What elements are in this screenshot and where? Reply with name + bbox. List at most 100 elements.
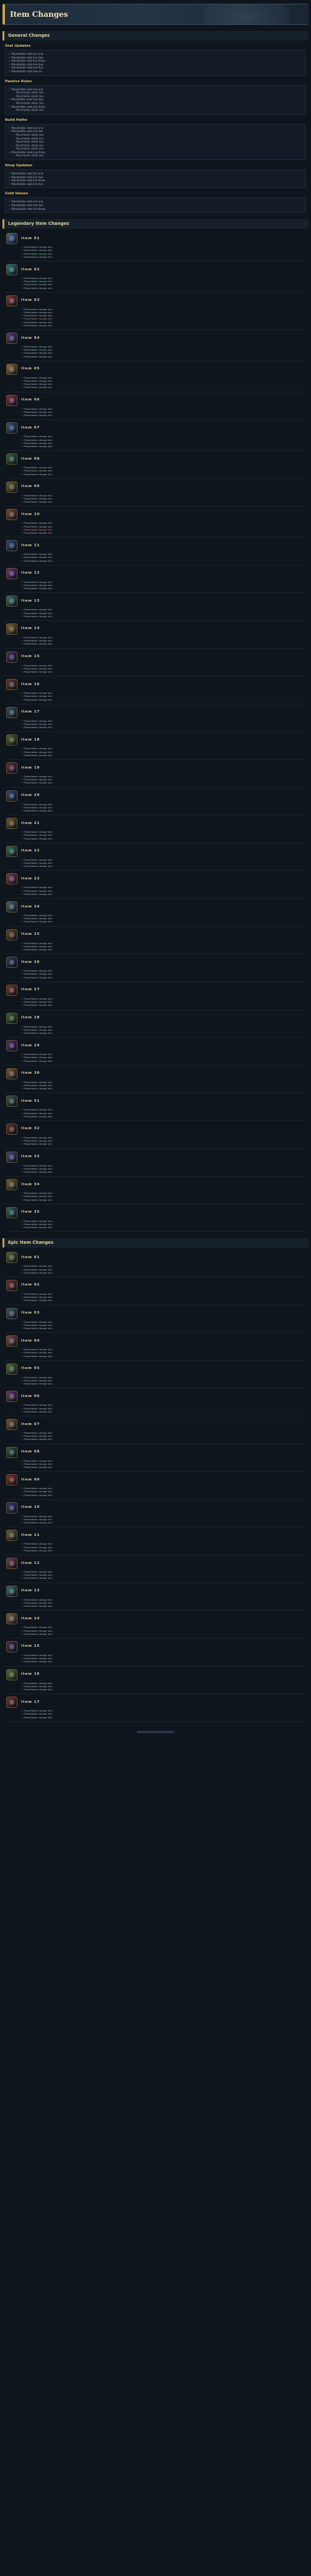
bullet-icon: • — [21, 864, 23, 868]
change-line: • Placeholder change line. — [21, 698, 305, 701]
item-changes: • Placeholder change line. • Placeholder ch… — [5, 1681, 306, 1692]
item-name: Item 01 — [21, 1255, 40, 1259]
item-changes: • Placeholder change line. • Placeholder ch… — [5, 1264, 306, 1275]
bullet-icon: • — [9, 172, 11, 176]
item-changes: • Placeholder change line. • Placeholder ch… — [5, 746, 306, 757]
bullet-icon: • — [21, 556, 23, 559]
bullet-icon: • — [21, 587, 23, 590]
bullet-icon: • — [21, 608, 23, 612]
note-text: Placeholder detail line. — [16, 108, 45, 112]
item-name: Item 05 — [21, 1366, 40, 1371]
change-line: • Placeholder change line. — [21, 500, 305, 503]
item-header: Item 35 — [5, 1206, 306, 1219]
item-changes: • Placeholder change line. • Placeholder ch… — [5, 1570, 306, 1581]
bullet-icon: • — [21, 407, 23, 410]
change-line: • Placeholder change line. — [21, 1299, 305, 1302]
change-text: Placeholder change line. — [24, 500, 53, 504]
bullet-icon: • — [21, 1327, 23, 1330]
item-header: Item 05 — [5, 1363, 306, 1375]
item-entry: Item 04 • Placeholder change line. • Placeho… — [5, 330, 306, 361]
bullet-icon: • — [21, 1681, 23, 1685]
item-icon — [6, 1179, 17, 1191]
item-header: Item 07 — [5, 1418, 306, 1431]
bullet-icon: • — [21, 386, 23, 389]
bullet-icon: • — [21, 1542, 23, 1546]
bullet-icon: • — [21, 750, 23, 754]
change-text: Placeholder change line. — [24, 1087, 53, 1091]
item-name: Item 14 — [21, 1616, 40, 1621]
item-name: Item 20 — [21, 793, 40, 798]
change-line: • Placeholder change line. — [21, 1521, 305, 1524]
bullet-icon: • — [21, 1299, 23, 1302]
item-name: Item 24 — [21, 904, 40, 909]
item-changes: • Placeholder change line. • Placeholder ch… — [5, 1347, 306, 1358]
item-icon — [6, 295, 17, 306]
bullet-icon: • — [21, 283, 23, 286]
change-line: • Placeholder change line. — [21, 473, 305, 476]
item-name: Item 06 — [21, 1394, 40, 1398]
item-name: Item 04 — [21, 1338, 40, 1343]
item-header: Item 07 — [5, 422, 306, 434]
bullet-icon: • — [21, 1687, 23, 1691]
item-header: Item 04 — [5, 1335, 306, 1347]
item-entry: Item 24 • Placeholder change line. • Placeho… — [5, 899, 306, 927]
change-line: • Placeholder change line. — [21, 1355, 305, 1358]
item-icon — [6, 679, 17, 691]
item-icon — [6, 422, 17, 434]
footer-divider — [137, 1730, 174, 1733]
item-changes: • Placeholder change line. • Placeholder ch… — [5, 1708, 306, 1720]
change-line: • Placeholder change line. — [21, 837, 305, 840]
group-title: Gold Values — [5, 192, 29, 196]
change-text: Placeholder change line. — [24, 1382, 53, 1386]
bullet-icon: • — [21, 975, 23, 979]
item-changes: • Placeholder change line. • Placeholder ch… — [5, 1163, 306, 1175]
change-line: • Placeholder change line. — [21, 559, 305, 562]
bullet-icon: • — [21, 493, 23, 497]
bullet-icon: • — [21, 414, 23, 417]
item-name: Item 07 — [21, 1422, 40, 1426]
change-line: • Placeholder change line. — [21, 1059, 305, 1063]
item-entry: Item 05 • Placeholder change line. • Placeho… — [5, 361, 306, 392]
change-text: Placeholder change line. — [24, 559, 53, 562]
note-text: Placeholder note line one. — [11, 87, 44, 91]
epic-item-list: Item 01 • Placeholder change line. • Placeho… — [0, 1249, 311, 1722]
group-notes: • Placeholder note line one. • Placeholder … — [5, 123, 306, 161]
note-text: Placeholder detail line. — [16, 136, 45, 140]
item-entry: Item 21 • Placeholder change line. • Placeho… — [5, 815, 306, 843]
note-text: Placeholder note line two. — [11, 204, 44, 207]
item-name: Item 11 — [21, 1533, 40, 1537]
patch-notes-page: Item Changes General Changes Stat Update… — [0, 4, 311, 1746]
bullet-icon: • — [21, 886, 23, 889]
bullet-icon: • — [21, 1459, 23, 1462]
item-icon — [6, 1641, 17, 1652]
item-name: Item 22 — [21, 849, 40, 853]
item-icon — [6, 233, 17, 245]
change-line: • Placeholder change line. — [21, 1226, 305, 1229]
item-header: Item 14 — [5, 1612, 306, 1625]
change-text: Placeholder change line. — [24, 1226, 53, 1229]
item-changes: • Placeholder change line. • Placeholder ch… — [5, 434, 306, 448]
note-text: Placeholder note line one. — [11, 52, 44, 55]
item-entry: Item 26 • Placeholder change line. • Placeho… — [5, 954, 306, 982]
bullet-icon: • — [21, 1545, 23, 1549]
bullet-icon: • — [9, 98, 11, 102]
bullet-icon: • — [21, 354, 23, 358]
item-entry: Item 08 • Placeholder change line. • Placeho… — [5, 451, 306, 479]
note-text: Placeholder note line two. — [11, 98, 44, 102]
bullet-icon: • — [21, 889, 23, 893]
bullet-icon: • — [21, 698, 23, 701]
item-changes: • Placeholder change line. • Placeholder ch… — [5, 407, 306, 418]
banner-glow — [203, 4, 290, 24]
change-text: Placeholder change line. — [24, 1327, 53, 1330]
item-name: Item 27 — [21, 988, 40, 992]
item-changes: • Placeholder change line. • Placeholder ch… — [5, 858, 306, 869]
bullet-icon: • — [21, 323, 23, 327]
group-notes: • Placeholder note line one. • Placeholder … — [5, 50, 306, 76]
item-entry: Item 02 • Placeholder change line. • Placeho… — [5, 262, 306, 293]
change-text: Placeholder change line. — [24, 1715, 53, 1719]
item-entry: Item 20 • Placeholder change line. • Placeho… — [5, 788, 306, 816]
item-name: Item 30 — [21, 1071, 40, 1076]
note-text: Placeholder note line two. — [11, 55, 44, 59]
bullet-icon: • — [21, 1264, 23, 1268]
item-entry: Item 13 • Placeholder change line. • Placeho… — [5, 593, 306, 621]
